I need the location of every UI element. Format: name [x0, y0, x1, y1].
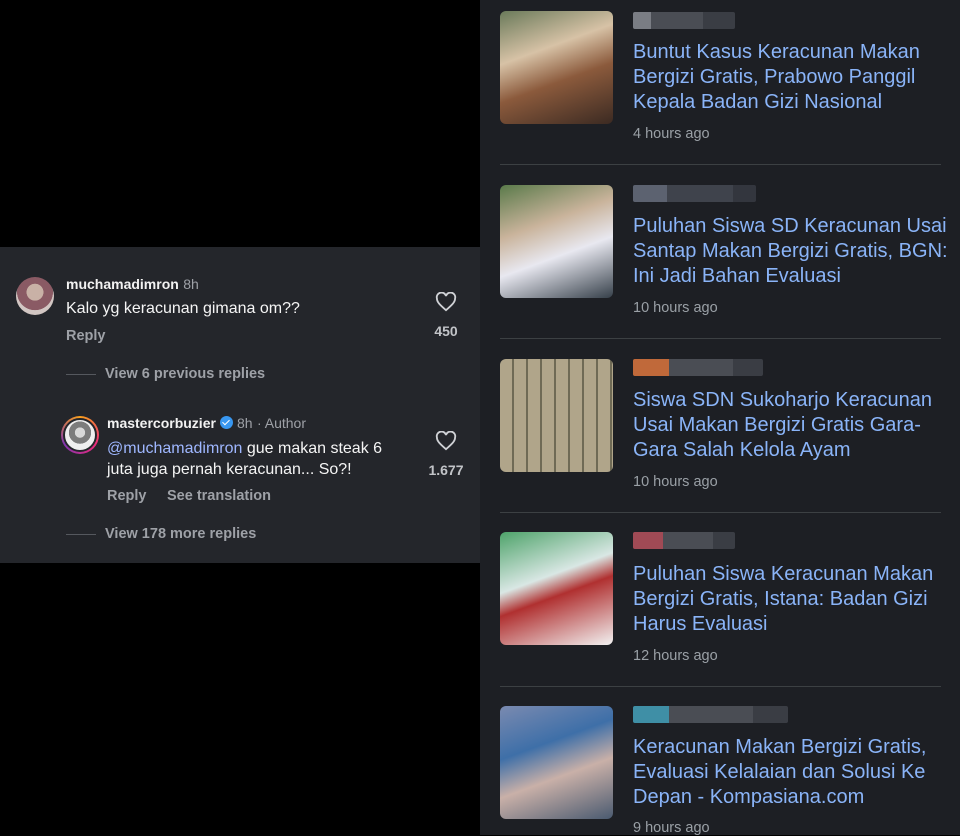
like-count: 1.677 [428, 462, 464, 478]
comment-text: Kalo yg keracunan gimana om?? [66, 300, 300, 317]
news-title[interactable]: Puluhan Siswa Keracunan Makan Bergizi Gr… [633, 562, 948, 637]
news-time: 10 hours ago [633, 300, 718, 316]
avatar[interactable] [16, 277, 54, 315]
news-title[interactable]: Buntut Kasus Keracunan Makan Bergizi Gra… [633, 40, 948, 115]
news-time: 12 hours ago [633, 648, 718, 664]
news-source-logo [633, 185, 756, 202]
see-translation-button[interactable]: See translation [167, 488, 271, 504]
reply-button[interactable]: Reply [66, 328, 106, 344]
news-title[interactable]: Puluhan Siswa SD Keracunan Usai Santap M… [633, 214, 948, 289]
reply-header: mastercorbuzier 8h · Author [107, 415, 306, 433]
news-thumbnail[interactable] [500, 532, 613, 645]
divider [66, 534, 96, 535]
reply-button[interactable]: Reply [107, 488, 147, 504]
news-thumbnail[interactable] [500, 359, 613, 472]
reply-text-line2: juta juga pernah keracunan... So?! [107, 461, 352, 478]
view-more-replies[interactable]: View 178 more replies [105, 526, 256, 542]
reply-text-line1: gue makan steak 6 [242, 440, 383, 457]
news-thumbnail[interactable] [500, 706, 613, 819]
heart-icon[interactable] [435, 292, 457, 312]
comment-thread-panel [0, 247, 480, 563]
news-time: 10 hours ago [633, 474, 718, 490]
news-time: 4 hours ago [633, 126, 710, 142]
news-source-logo [633, 532, 735, 549]
news-time: 9 hours ago [633, 820, 710, 836]
news-title[interactable]: Siswa SDN Sukoharjo Keracunan Usai Makan… [633, 388, 948, 463]
heart-icon[interactable] [435, 431, 457, 451]
author-label: · Author [256, 415, 306, 431]
news-source-logo [633, 12, 735, 29]
separator [500, 164, 941, 165]
reply-time: 8h [236, 415, 253, 431]
like-count: 450 [434, 323, 458, 339]
comment-header: muchamadimron 8h [66, 276, 199, 294]
reply-username[interactable]: mastercorbuzier [107, 415, 216, 431]
news-source-logo [633, 359, 763, 376]
comment-time: 8h [183, 276, 199, 292]
mention-link[interactable]: @muchamadimron [107, 440, 242, 457]
reply-text: @muchamadimron gue makan steak 6 juta ju… [107, 438, 427, 480]
separator [500, 338, 941, 339]
verified-badge-icon [219, 416, 233, 429]
divider [66, 374, 96, 375]
news-thumbnail[interactable] [500, 11, 613, 124]
separator [500, 686, 941, 687]
news-source-logo [633, 706, 788, 723]
comment-username[interactable]: muchamadimron [66, 276, 179, 292]
news-title[interactable]: Keracunan Makan Bergizi Gratis, Evaluasi… [633, 735, 948, 810]
news-thumbnail[interactable] [500, 185, 613, 298]
separator [500, 512, 941, 513]
avatar[interactable] [61, 416, 99, 454]
view-previous-replies[interactable]: View 6 previous replies [105, 366, 265, 382]
